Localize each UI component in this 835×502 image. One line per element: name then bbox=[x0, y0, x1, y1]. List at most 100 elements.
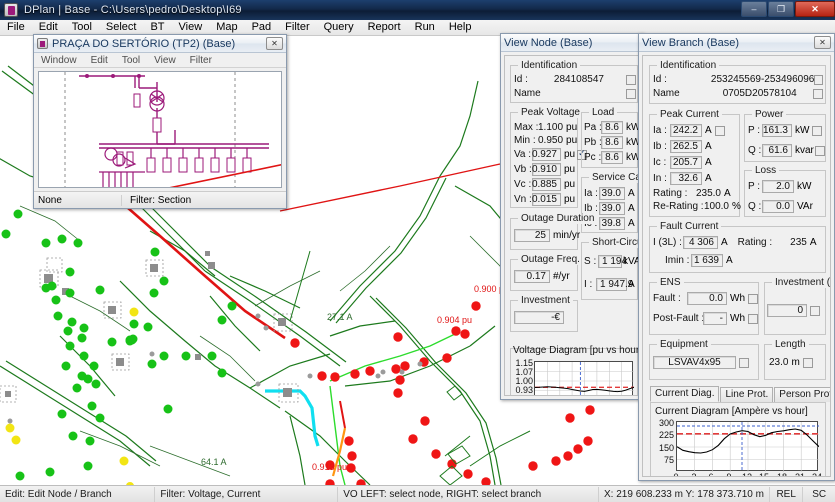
maximize-button[interactable]: ❐ bbox=[768, 1, 794, 17]
menu-bt[interactable]: BT bbox=[143, 20, 171, 35]
window-controls[interactable]: – ❐ ✕ bbox=[740, 1, 835, 17]
main-titlebar: DPlan | Base - C:\Users\pedro\Desktop\I6… bbox=[0, 0, 835, 20]
branch-ens-fault-checkbox[interactable] bbox=[748, 293, 758, 304]
tab-current-diag[interactable]: Current Diag. bbox=[650, 386, 720, 402]
menu-report[interactable]: Report bbox=[361, 20, 408, 35]
node-pc-label: Pc : bbox=[584, 152, 602, 163]
branch-power-q-value[interactable]: 61.6 bbox=[762, 144, 792, 157]
minimize-button[interactable]: – bbox=[741, 1, 767, 17]
branch-loss-p-value[interactable]: 2.0 bbox=[762, 180, 794, 193]
branch-chart-xtick-6: 18 bbox=[776, 472, 787, 477]
branch-investment-value[interactable]: 0 bbox=[767, 304, 807, 317]
node-pc-value[interactable]: 8.6 bbox=[601, 151, 623, 164]
node-name-checkbox[interactable] bbox=[626, 88, 636, 99]
schematic-menu-edit[interactable]: Edit bbox=[84, 55, 115, 66]
node-vb-value[interactable]: 0.910 bbox=[532, 163, 561, 176]
menu-file[interactable]: File bbox=[0, 20, 32, 35]
schematic-diagram-canvas[interactable] bbox=[38, 71, 282, 188]
node-vc-value[interactable]: 0.885 bbox=[532, 178, 561, 191]
node-va-value[interactable]: 0.927 bbox=[532, 148, 561, 161]
branch-investment-checkbox[interactable] bbox=[810, 305, 820, 316]
branch-ib-value[interactable]: 262.5 bbox=[670, 140, 702, 153]
schematic-menubar[interactable]: Window Edit Tool View Filter bbox=[34, 53, 286, 68]
branch-power-q-checkbox[interactable] bbox=[814, 145, 825, 156]
schematic-menu-tool[interactable]: Tool bbox=[115, 55, 147, 66]
branch-ens-postfault-row: Post-Fault : - Wh bbox=[653, 312, 758, 325]
menu-select[interactable]: Select bbox=[99, 20, 144, 35]
node-ib-value[interactable]: 39.0 bbox=[599, 202, 625, 215]
branch-power-p-value[interactable]: 161.3 bbox=[762, 124, 792, 137]
branch-ens-postfault-checkbox[interactable] bbox=[748, 313, 758, 324]
view-node-titlebar[interactable]: View Node (Base) bbox=[501, 34, 643, 52]
close-button[interactable]: ✕ bbox=[795, 1, 835, 17]
branch-equipment-dropdown-icon[interactable] bbox=[739, 357, 749, 368]
branch-ib-unit: A bbox=[705, 141, 712, 152]
branch-tabs[interactable]: Current Diag. Line Prot. Person Prot. Co… bbox=[650, 386, 830, 402]
node-vn-value[interactable]: 0.015 bbox=[532, 193, 561, 206]
branch-in-value[interactable]: 32.6 bbox=[670, 172, 702, 185]
menu-view[interactable]: View bbox=[172, 20, 210, 35]
node-ia-value[interactable]: 39.0 bbox=[599, 187, 625, 200]
menu-run[interactable]: Run bbox=[408, 20, 442, 35]
node-ia-unit: A bbox=[628, 188, 635, 199]
branch-chart-ytick-3: 75 bbox=[663, 455, 674, 465]
branch-length-checkbox[interactable] bbox=[802, 357, 813, 368]
node-outage-freq-value[interactable]: 0.17 bbox=[514, 270, 550, 283]
node-sc-i-row: I : 1 947.9 A bbox=[584, 278, 635, 291]
menu-filter[interactable]: Filter bbox=[278, 20, 316, 35]
menu-query[interactable]: Query bbox=[317, 20, 361, 35]
branch-ia-checkbox[interactable] bbox=[714, 125, 725, 136]
node-pa-value[interactable]: 8.6 bbox=[601, 121, 623, 134]
branch-id-checkbox[interactable] bbox=[814, 74, 823, 85]
node-id-label: Id : bbox=[514, 74, 528, 85]
menu-edit[interactable]: Edit bbox=[32, 20, 65, 35]
node-pb-value[interactable]: 8.6 bbox=[601, 136, 623, 149]
branch-name-checkbox[interactable] bbox=[813, 88, 823, 99]
view-branch-close-button[interactable]: ✕ bbox=[814, 36, 831, 49]
branch-equipment-legend: Equipment bbox=[657, 339, 711, 350]
branch-power-p-checkbox[interactable] bbox=[812, 125, 823, 136]
branch-ia-row: Ia : 242.2 A bbox=[653, 124, 725, 137]
view-branch-titlebar[interactable]: View Branch (Base) ✕ bbox=[639, 34, 834, 52]
node-name-label: Name bbox=[514, 88, 541, 99]
node-id-checkbox[interactable] bbox=[626, 74, 636, 85]
tab-person-prot[interactable]: Person Prot. bbox=[774, 387, 830, 402]
schematic-window[interactable]: PRAÇA DO SERTÓRIO (TP2) (Base) ✕ Window … bbox=[33, 34, 287, 209]
branch-fault-imin-value[interactable]: 1 639 bbox=[691, 254, 723, 267]
branch-chart-xtick-7: 21 bbox=[794, 472, 805, 477]
map-label: 27.1 A bbox=[327, 312, 353, 322]
schematic-menu-window[interactable]: Window bbox=[34, 55, 84, 66]
branch-ic-value[interactable]: 205.7 bbox=[670, 156, 702, 169]
node-sc-s-value[interactable]: 1 194 bbox=[598, 255, 627, 268]
node-sc-i-value[interactable]: 1 947.9 bbox=[596, 278, 633, 291]
menu-pad[interactable]: Pad bbox=[245, 20, 279, 35]
schematic-status-filter: Filter: Section bbox=[130, 194, 192, 206]
tab-line-prot[interactable]: Line Prot. bbox=[720, 387, 774, 402]
schematic-close-button[interactable]: ✕ bbox=[266, 37, 283, 50]
branch-power-p-row: P : 161.3 kW bbox=[748, 124, 823, 137]
branch-equipment-value[interactable]: LSVAV4x95 bbox=[653, 356, 736, 369]
branch-ib-label: Ib : bbox=[653, 141, 667, 152]
node-short-circuit-group: Short-Circuit bbox=[581, 237, 639, 300]
branch-ens-group: ENS bbox=[649, 277, 759, 335]
branch-ens-postfault-value[interactable]: - bbox=[703, 312, 727, 325]
node-ic-value[interactable]: 39.8 bbox=[599, 217, 625, 230]
menu-tool[interactable]: Tool bbox=[65, 20, 99, 35]
menu-map[interactable]: Map bbox=[209, 20, 244, 35]
schematic-titlebar[interactable]: PRAÇA DO SERTÓRIO (TP2) (Base) ✕ bbox=[34, 35, 286, 53]
node-outage-duration-value[interactable]: 25 bbox=[514, 229, 550, 242]
branch-fault-3l-value[interactable]: 4 306 bbox=[683, 236, 718, 249]
node-vb-label: Vb : bbox=[514, 164, 532, 175]
node-investment-value[interactable]: -€ bbox=[514, 311, 564, 324]
status-coords: X: 219 608.233 m Y: 178 373.710 m bbox=[599, 486, 770, 502]
view-branch-panel[interactable]: View Branch (Base) ✕ Identification Id :… bbox=[638, 33, 835, 481]
branch-ens-fault-value[interactable]: 0.0 bbox=[687, 292, 727, 305]
view-node-panel[interactable]: View Node (Base) Identification Id : 284… bbox=[500, 33, 644, 400]
branch-chart-xtick-1: 3 bbox=[691, 472, 697, 477]
schematic-menu-filter[interactable]: Filter bbox=[183, 55, 219, 66]
schematic-menu-view[interactable]: View bbox=[147, 55, 183, 66]
branch-ic-label: Ic : bbox=[653, 157, 667, 168]
menu-help[interactable]: Help bbox=[442, 20, 479, 35]
branch-loss-q-value[interactable]: 0.0 bbox=[762, 200, 794, 213]
branch-ia-value[interactable]: 242.2 bbox=[670, 124, 702, 137]
